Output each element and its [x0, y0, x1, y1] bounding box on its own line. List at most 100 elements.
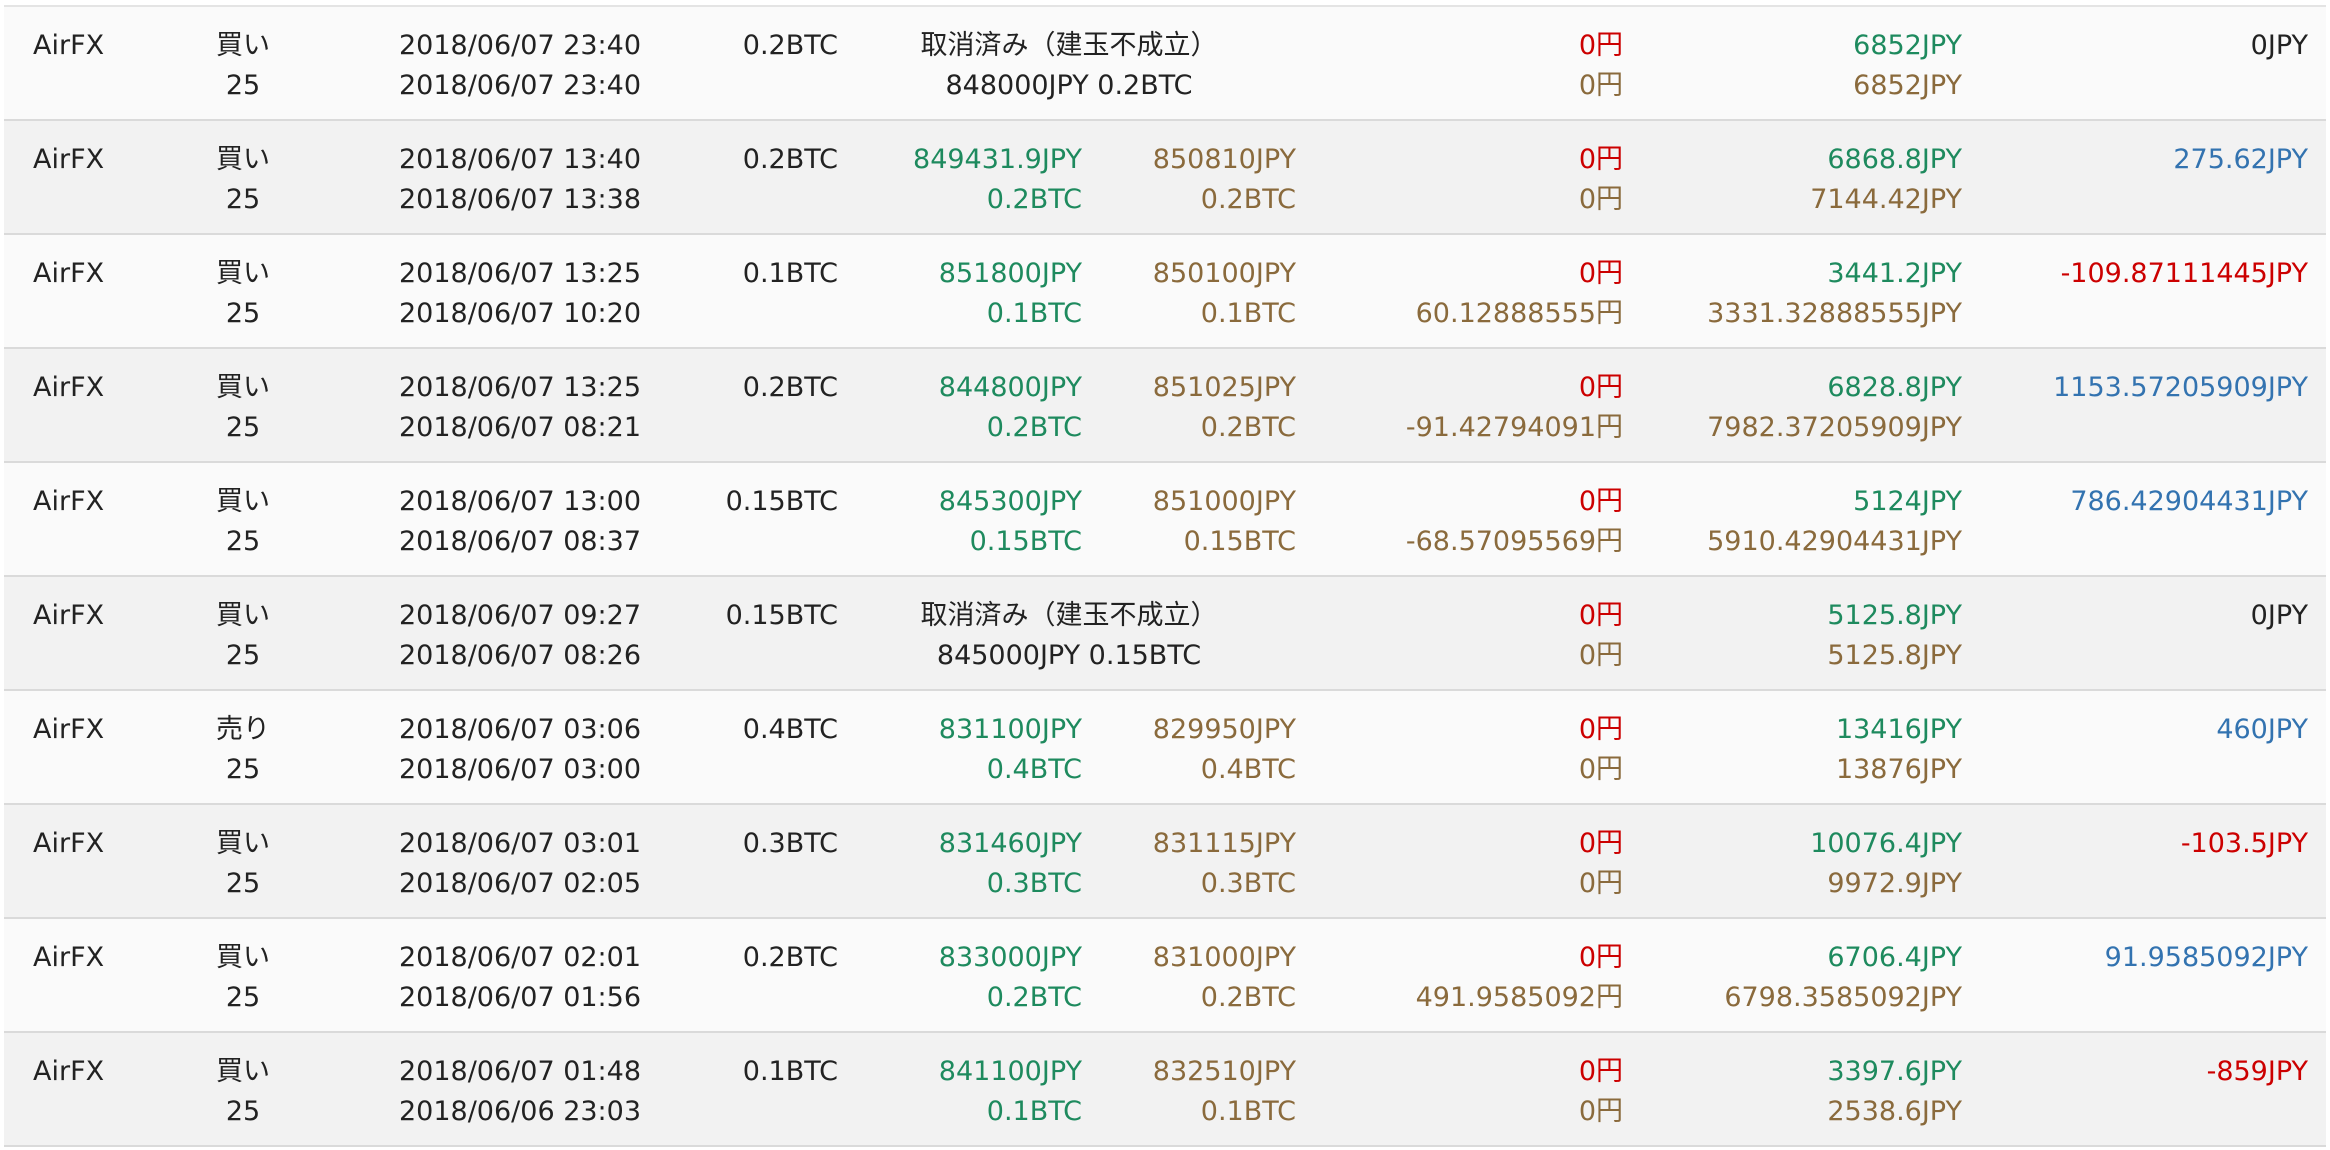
- open-date: 2018/06/07 10:20: [399, 298, 642, 329]
- trade-amount: 0.2BTC: [742, 942, 838, 973]
- swap-value: 0円: [1578, 640, 1623, 671]
- swap-value: 0円: [1578, 868, 1623, 899]
- leverage: 25: [225, 640, 261, 671]
- open-date: 2018/06/07 08:26: [399, 640, 642, 671]
- trade-side: 買い: [216, 600, 270, 631]
- exchange-name: AirFX: [33, 144, 105, 175]
- open-price: 851800JPY: [938, 258, 1082, 289]
- close-price: 851000JPY: [1152, 486, 1296, 517]
- margin-value: 5125.8JPY: [1827, 600, 1962, 631]
- leverage: 25: [225, 1096, 261, 1127]
- margin-value: 13416JPY: [1835, 714, 1962, 745]
- open-price: 841100JPY: [938, 1056, 1082, 1087]
- open-price: 844800JPY: [938, 372, 1082, 403]
- trade-side: 買い: [216, 1056, 270, 1087]
- close-date: 2018/06/07 23:40: [399, 30, 642, 61]
- open-date: 2018/06/07 02:05: [399, 868, 642, 899]
- margin-value: 6868.8JPY: [1827, 144, 1962, 175]
- trade-row: AirFX 買い 25 2018/06/07 13:40 2018/06/07 13:3…: [4, 121, 2326, 235]
- leverage: 25: [225, 754, 261, 785]
- cancelled-status: 取消済み（建玉不成立）: [920, 600, 1218, 631]
- settled-value: 7144.42JPY: [1810, 184, 1962, 215]
- open-amount: 0.2BTC: [986, 412, 1082, 443]
- trade-side: 買い: [216, 372, 270, 403]
- swap-value: 0円: [1578, 70, 1623, 101]
- trade-side: 買い: [216, 828, 270, 859]
- settled-value: 2538.6JPY: [1827, 1096, 1962, 1127]
- settled-value: 9972.9JPY: [1827, 868, 1962, 899]
- trade-row: AirFX 買い 25 2018/06/07 13:25 2018/06/07 08:2…: [4, 349, 2326, 463]
- trade-side: 売り: [216, 714, 270, 745]
- trade-row: AirFX 買い 25 2018/06/07 01:48 2018/06/06 23:0…: [4, 1033, 2326, 1147]
- trade-amount: 0.2BTC: [742, 372, 838, 403]
- close-price: 850810JPY: [1152, 144, 1296, 175]
- swap-value: 0円: [1578, 754, 1623, 785]
- swap-value: 60.12888555円: [1415, 298, 1623, 329]
- trade-amount: 0.1BTC: [742, 258, 838, 289]
- leverage: 25: [225, 70, 261, 101]
- profit-loss: 1153.57205909JPY: [2053, 372, 2308, 403]
- close-date: 2018/06/07 13:00: [399, 486, 642, 517]
- close-date: 2018/06/07 02:01: [399, 942, 642, 973]
- open-amount: 0.3BTC: [986, 868, 1082, 899]
- leverage: 25: [225, 298, 261, 329]
- open-amount: 0.4BTC: [986, 754, 1082, 785]
- close-date: 2018/06/07 13:25: [399, 372, 642, 403]
- cancelled-order-detail: 845000JPY 0.15BTC: [936, 640, 1202, 671]
- settled-value: 3331.32888555JPY: [1707, 298, 1962, 329]
- margin-value: 6828.8JPY: [1827, 372, 1962, 403]
- fee-value: 0円: [1578, 486, 1623, 517]
- trade-amount: 0.15BTC: [725, 486, 838, 517]
- trade-amount: 0.1BTC: [742, 1056, 838, 1087]
- margin-value: 10076.4JPY: [1810, 828, 1962, 859]
- exchange-name: AirFX: [33, 600, 105, 631]
- fee-value: 0円: [1578, 828, 1623, 859]
- trade-row: AirFX 買い 25 2018/06/07 23:40 2018/06/07 23:4…: [4, 7, 2326, 121]
- close-amount: 0.3BTC: [1200, 868, 1296, 899]
- profit-loss: -859JPY: [2206, 1056, 2308, 1087]
- exchange-name: AirFX: [33, 486, 105, 517]
- close-amount: 0.2BTC: [1200, 982, 1296, 1013]
- trade-side: 買い: [216, 486, 270, 517]
- exchange-name: AirFX: [33, 828, 105, 859]
- profit-loss: 786.42904431JPY: [2070, 486, 2308, 517]
- leverage: 25: [225, 868, 261, 899]
- exchange-name: AirFX: [33, 942, 105, 973]
- close-date: 2018/06/07 03:01: [399, 828, 642, 859]
- close-date: 2018/06/07 13:25: [399, 258, 642, 289]
- open-date: 2018/06/07 13:38: [399, 184, 642, 215]
- swap-value: -91.42794091円: [1405, 412, 1623, 443]
- profit-loss: -103.5JPY: [2180, 828, 2308, 859]
- open-amount: 0.2BTC: [986, 982, 1082, 1013]
- profit-loss: 91.9585092JPY: [2104, 942, 2308, 973]
- open-price: 849431.9JPY: [913, 144, 1082, 175]
- exchange-name: AirFX: [33, 30, 105, 61]
- margin-value: 6852JPY: [1853, 30, 1962, 61]
- settled-value: 5125.8JPY: [1827, 640, 1962, 671]
- swap-value: 491.9585092円: [1415, 982, 1623, 1013]
- cancelled-status: 取消済み（建玉不成立）: [920, 30, 1218, 61]
- close-amount: 0.1BTC: [1200, 298, 1296, 329]
- trade-row: AirFX 買い 25 2018/06/07 02:01 2018/06/07 01:5…: [4, 919, 2326, 1033]
- open-date: 2018/06/07 23:40: [399, 70, 642, 101]
- close-price: 831000JPY: [1152, 942, 1296, 973]
- fee-value: 0円: [1578, 30, 1623, 61]
- trade-row: AirFX 買い 25 2018/06/07 13:25 2018/06/07 10:2…: [4, 235, 2326, 349]
- trade-side: 買い: [216, 258, 270, 289]
- leverage: 25: [225, 982, 261, 1013]
- close-date: 2018/06/07 09:27: [399, 600, 642, 631]
- trade-row: AirFX 買い 25 2018/06/07 13:00 2018/06/07 08:3…: [4, 463, 2326, 577]
- close-amount: 0.1BTC: [1200, 1096, 1296, 1127]
- fee-value: 0円: [1578, 1056, 1623, 1087]
- margin-value: 3397.6JPY: [1827, 1056, 1962, 1087]
- leverage: 25: [225, 184, 261, 215]
- close-price: 829950JPY: [1152, 714, 1296, 745]
- open-price: 831460JPY: [938, 828, 1082, 859]
- profit-loss: 0JPY: [2250, 30, 2308, 61]
- settled-value: 5910.42904431JPY: [1707, 526, 1962, 557]
- close-amount: 0.2BTC: [1200, 412, 1296, 443]
- settled-value: 13876JPY: [1835, 754, 1962, 785]
- close-date: 2018/06/07 13:40: [399, 144, 642, 175]
- settled-value: 6798.3585092JPY: [1724, 982, 1962, 1013]
- trade-amount: 0.4BTC: [742, 714, 838, 745]
